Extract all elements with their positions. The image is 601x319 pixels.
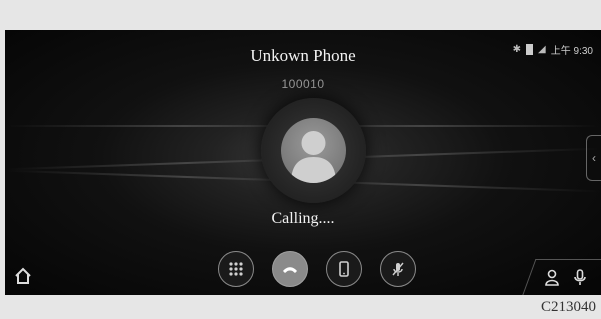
car-phone-screen: ✱ ◢ 上午 9:30 Unkown Phone 100010 Calling.…: [5, 30, 601, 295]
microphone-icon[interactable]: [571, 268, 589, 286]
figure-code: C213040: [540, 299, 596, 315]
top-band: [0, 0, 601, 30]
side-panel-tab[interactable]: ‹: [586, 135, 601, 181]
chevron-left-icon: ‹: [592, 151, 596, 165]
avatar: [281, 118, 346, 183]
keypad-icon: [229, 262, 243, 276]
mic-off-icon: [392, 262, 404, 276]
caller-name: Unkown Phone: [250, 46, 356, 65]
handset-button[interactable]: [326, 251, 362, 287]
mute-button[interactable]: [380, 251, 416, 287]
caller-number: 100010: [281, 77, 325, 91]
contacts-icon[interactable]: [543, 268, 561, 286]
keypad-button[interactable]: [218, 251, 254, 287]
avatar-ring: [261, 98, 366, 203]
phone-handset-icon: [339, 261, 349, 277]
home-icon[interactable]: [13, 266, 33, 286]
person-silhouette-icon: [291, 131, 336, 183]
call-status: Calling....: [271, 210, 335, 227]
hang-up-icon: [283, 267, 297, 273]
bottom-right-panel: [522, 259, 601, 295]
end-call-button[interactable]: [272, 251, 308, 287]
